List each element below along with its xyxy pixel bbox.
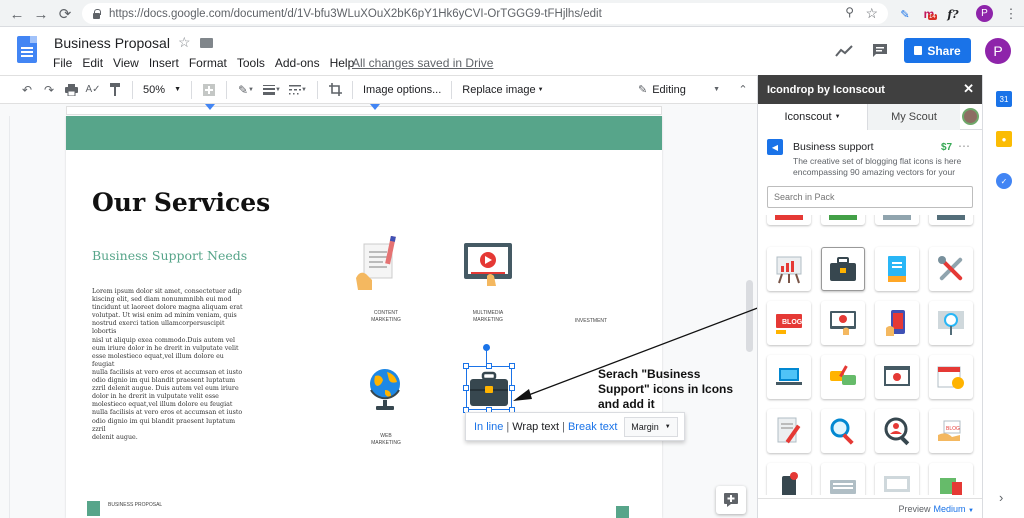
notebook-icon[interactable]: [875, 247, 919, 291]
briefcase-icon[interactable]: [821, 247, 865, 291]
tools-wrench-icon[interactable]: [929, 247, 973, 291]
more-options-icon[interactable]: ⋯: [958, 139, 971, 153]
pack-search-input[interactable]: Search in Pack: [767, 186, 973, 208]
scout-user-avatar[interactable]: [962, 108, 979, 125]
browser-video-icon[interactable]: [875, 355, 919, 399]
chevron-down-icon: ▼: [834, 114, 841, 120]
icondrop-sidepanel: Icondrop by Iconscout ✕ Iconscout ▼ My S…: [757, 75, 983, 518]
search-analytics-icon[interactable]: [929, 301, 973, 345]
icon-grid: BLOG BLOG: [758, 215, 983, 495]
svg-text:BLOG: BLOG: [782, 319, 803, 326]
document-edit-icon[interactable]: [767, 409, 811, 453]
pack-price: $7: [941, 142, 953, 153]
sidepanel-header: Icondrop by Iconscout ✕: [758, 75, 983, 104]
close-icon[interactable]: ✕: [963, 81, 974, 97]
back-arrow-icon[interactable]: ◀: [767, 139, 783, 155]
laptop-icon[interactable]: [767, 355, 811, 399]
annotation-text: Serach "Business Support" icons in Icons…: [598, 367, 734, 411]
shopping-icon[interactable]: [929, 463, 973, 495]
magnifier-icon[interactable]: [821, 409, 865, 453]
presentation-board-icon[interactable]: [767, 247, 811, 291]
monitor-icon[interactable]: [875, 463, 919, 495]
tab-iconscout[interactable]: Iconscout ▼: [758, 104, 868, 130]
pack-description: The creative set of blogging flat icons …: [793, 156, 962, 177]
phone-icon[interactable]: [767, 463, 811, 495]
keyboard-icon[interactable]: [821, 463, 865, 495]
tab-my-scout[interactable]: My Scout: [868, 104, 960, 130]
icon-tile[interactable]: [929, 215, 973, 225]
calendar-addon-icon[interactable]: 31: [996, 91, 1012, 107]
blog-icon[interactable]: BLOG: [767, 301, 811, 345]
chevron-right-icon[interactable]: ›: [999, 490, 1003, 505]
blog-hand-icon[interactable]: BLOG: [929, 409, 973, 453]
mobile-app-icon[interactable]: [875, 301, 919, 345]
preview-size-dropdown[interactable]: Medium ▼: [934, 504, 974, 514]
team-search-icon[interactable]: [875, 409, 919, 453]
preview-label: Preview: [898, 503, 931, 514]
chat-bubbles-icon[interactable]: [821, 355, 865, 399]
sidepanel-footer: Preview Medium ▼: [758, 498, 983, 518]
icon-tile[interactable]: [767, 215, 811, 225]
sidepanel-title: Icondrop by Iconscout: [767, 83, 885, 96]
tasks-addon-icon[interactable]: ✓: [996, 173, 1012, 189]
video-monitor-icon[interactable]: [821, 301, 865, 345]
icon-tile[interactable]: [875, 215, 919, 225]
calendar-icon[interactable]: [929, 355, 973, 399]
svg-text:BLOG: BLOG: [946, 426, 960, 432]
addons-rail: 31 ● ✓ ›: [982, 75, 1024, 518]
icon-tile[interactable]: [821, 215, 865, 225]
chevron-down-icon: ▼: [968, 507, 974, 514]
keep-addon-icon[interactable]: ●: [996, 131, 1012, 147]
pack-title: Business support: [793, 141, 874, 153]
sidepanel-tabs: Iconscout ▼ My Scout: [758, 104, 983, 130]
